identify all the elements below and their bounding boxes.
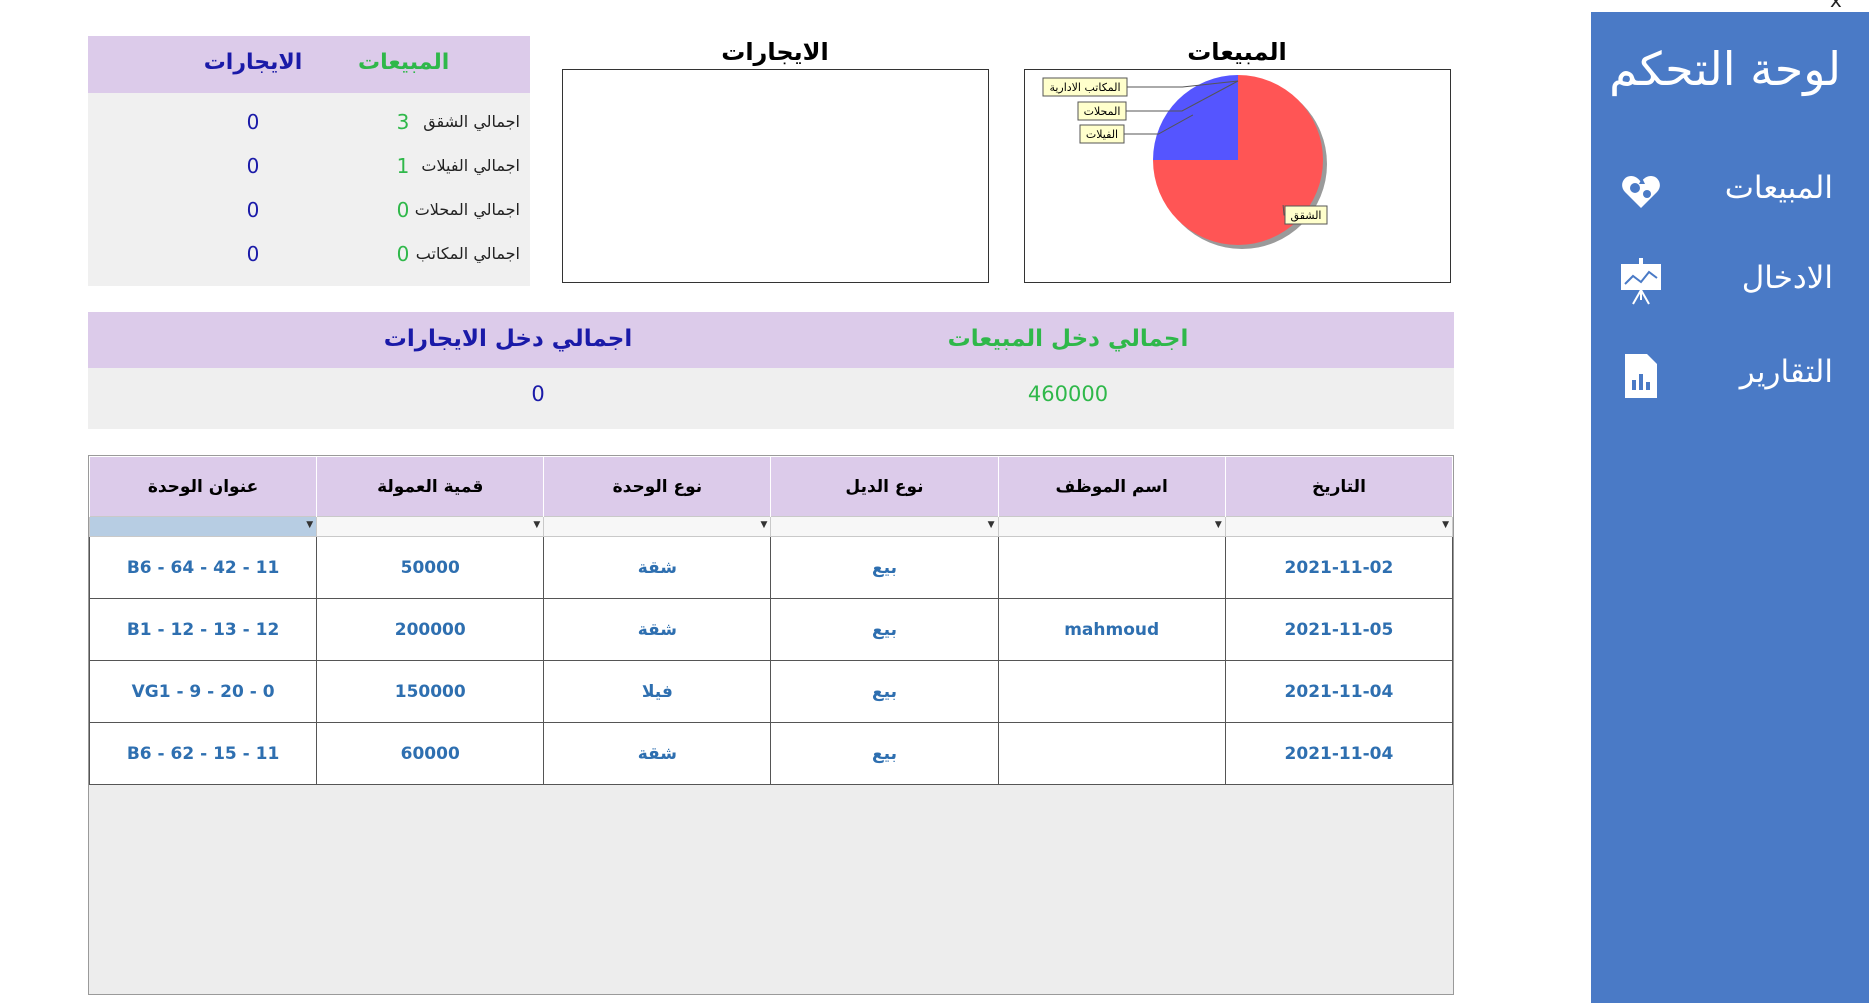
filter-dropdown-unit-address[interactable]: ▼ bbox=[88, 516, 318, 537]
cell-unit-type[interactable]: شقة bbox=[543, 598, 772, 661]
dropdown-arrow-icon: ▼ bbox=[1442, 520, 1449, 530]
filter-dropdown-unit-type[interactable]: ▼ bbox=[543, 516, 772, 537]
cell-employee[interactable] bbox=[997, 660, 1226, 723]
filter-dropdown-date[interactable]: ▼ bbox=[1224, 516, 1454, 537]
sidebar: لوحة التحكم المبيعات الادخال التقارير bbox=[1591, 12, 1869, 1003]
cell-date[interactable]: 2021-11-02 bbox=[1224, 536, 1454, 599]
income-header: اجمالي دخل المبيعات اجمالي دخل الايجارات bbox=[88, 312, 1454, 368]
cell-employee[interactable] bbox=[997, 722, 1226, 785]
deals-grid: عنوان الوحدة قمية العمولة نوع الوحدة نوع… bbox=[88, 455, 1454, 995]
sales-pie-svg: المكاتب الادارية المحلات الفيلات الشقق bbox=[1042, 75, 1328, 249]
sidebar-title: لوحة التحكم bbox=[1609, 42, 1841, 96]
pie-label: الشقق bbox=[1291, 209, 1322, 223]
income-rent-value: 0 bbox=[531, 382, 545, 406]
pie-label: المحلات bbox=[1084, 105, 1121, 118]
filter-dropdown-commission[interactable]: ▼ bbox=[316, 516, 545, 537]
grid-filter-row: ▼ ▼ ▼ ▼ ▼ ▼ bbox=[88, 516, 1454, 537]
column-header-commission[interactable]: قمية العمولة bbox=[316, 456, 545, 517]
table-row[interactable]: B6 - 62 - 15 - 11 60000 شقة بيع 2021-11-… bbox=[88, 722, 1454, 785]
cell-unit-type[interactable]: فيلا bbox=[543, 660, 772, 723]
column-header-unit-address[interactable]: عنوان الوحدة bbox=[88, 456, 318, 517]
cell-date[interactable]: 2021-11-04 bbox=[1224, 660, 1454, 723]
rent-chart-title: الايجارات bbox=[721, 38, 829, 66]
column-header-unit-type[interactable]: نوع الوحدة bbox=[543, 456, 772, 517]
table-row[interactable]: B6 - 64 - 42 - 11 50000 شقة بيع 2021-11-… bbox=[88, 536, 1454, 599]
cell-unit-type[interactable]: شقة bbox=[543, 536, 772, 599]
cell-employee[interactable] bbox=[997, 536, 1226, 599]
summary-row-rent: 0 bbox=[246, 242, 260, 266]
summary-row-sales: 3 bbox=[396, 110, 410, 134]
close-icon[interactable]: x bbox=[1830, 0, 1842, 12]
cell-deal-type[interactable]: بيع bbox=[770, 536, 999, 599]
sidebar-item-reports[interactable]: التقارير bbox=[1591, 342, 1869, 412]
pie-label: المكاتب الادارية bbox=[1049, 81, 1120, 94]
cell-deal-type[interactable]: بيع bbox=[770, 598, 999, 661]
cell-unit-address[interactable]: VG1 - 9 - 20 - 0 bbox=[88, 660, 318, 723]
table-row[interactable]: VG1 - 9 - 20 - 0 150000 فيلا بيع 2021-11… bbox=[88, 660, 1454, 723]
sidebar-item-label: المبيعات bbox=[1724, 170, 1833, 206]
table-row[interactable]: B1 - 12 - 13 - 12 200000 شقة بيع mahmoud… bbox=[88, 598, 1454, 661]
filter-dropdown-employee[interactable]: ▼ bbox=[997, 516, 1226, 537]
cell-deal-type[interactable]: بيع bbox=[770, 660, 999, 723]
summary-row: اجمالي المحلات 0 0 bbox=[88, 192, 530, 232]
income-panel: اجمالي دخل المبيعات اجمالي دخل الايجارات… bbox=[88, 312, 1454, 429]
cell-commission[interactable]: 60000 bbox=[316, 722, 545, 785]
cell-commission[interactable]: 50000 bbox=[316, 536, 545, 599]
column-header-employee[interactable]: اسم الموظف bbox=[997, 456, 1226, 517]
income-rent-label: اجمالي دخل الايجارات bbox=[383, 326, 633, 352]
income-sales-label: اجمالي دخل المبيعات bbox=[947, 326, 1189, 352]
summary-row-sales: 0 bbox=[396, 242, 410, 266]
cell-unit-address[interactable]: B6 - 62 - 15 - 11 bbox=[88, 722, 318, 785]
sales-icon bbox=[1619, 168, 1663, 216]
sidebar-item-label: الادخال bbox=[1741, 260, 1833, 296]
dropdown-arrow-icon: ▼ bbox=[1214, 520, 1222, 530]
summary-row-sales: 1 bbox=[396, 154, 410, 178]
cell-unit-address[interactable]: B6 - 64 - 42 - 11 bbox=[88, 536, 318, 599]
sidebar-item-label: التقارير bbox=[1739, 354, 1833, 390]
summary-row: اجمالي الشقق 3 0 bbox=[88, 104, 530, 144]
pie-label: الفيلات bbox=[1086, 128, 1118, 141]
grid-header-row: عنوان الوحدة قمية العمولة نوع الوحدة نوع… bbox=[88, 456, 1454, 517]
cell-unit-address[interactable]: B1 - 12 - 13 - 12 bbox=[88, 598, 318, 661]
summary-counts-header: المبيعات الايجارات bbox=[88, 36, 530, 93]
column-header-deal-type[interactable]: نوع الديل bbox=[770, 456, 999, 517]
entry-presentation-icon bbox=[1619, 258, 1663, 306]
dropdown-arrow-icon: ▼ bbox=[760, 520, 768, 530]
rent-chart bbox=[562, 69, 989, 283]
dropdown-arrow-icon: ▼ bbox=[306, 520, 314, 530]
cell-deal-type[interactable]: بيع bbox=[770, 722, 999, 785]
summary-sales-header: المبيعات bbox=[358, 50, 450, 75]
summary-row-rent: 0 bbox=[246, 198, 260, 222]
summary-row-rent: 0 bbox=[246, 110, 260, 134]
sidebar-item-entry[interactable]: الادخال bbox=[1591, 248, 1869, 318]
cell-commission[interactable]: 150000 bbox=[316, 660, 545, 723]
summary-counts-panel: المبيعات الايجارات اجمالي الشقق 3 0 اجما… bbox=[88, 36, 530, 286]
income-sales-value: 460000 bbox=[1027, 382, 1109, 406]
cell-date[interactable]: 2021-11-04 bbox=[1224, 722, 1454, 785]
dropdown-arrow-icon: ▼ bbox=[533, 520, 541, 530]
cell-employee[interactable]: mahmoud bbox=[997, 598, 1226, 661]
cell-date[interactable]: 2021-11-05 bbox=[1224, 598, 1454, 661]
summary-row: اجمالي المكاتب 0 0 bbox=[88, 236, 530, 276]
sales-chart-title: المبيعات bbox=[1187, 38, 1287, 66]
sales-pie-chart: المكاتب الادارية المحلات الفيلات الشقق bbox=[1024, 69, 1451, 283]
column-header-date[interactable]: التاريخ bbox=[1224, 456, 1454, 517]
filter-dropdown-deal-type[interactable]: ▼ bbox=[770, 516, 999, 537]
summary-row: اجمالي الفيلات 1 0 bbox=[88, 148, 530, 188]
cell-commission[interactable]: 200000 bbox=[316, 598, 545, 661]
reports-document-icon bbox=[1619, 352, 1663, 400]
sidebar-item-sales[interactable]: المبيعات bbox=[1591, 158, 1869, 228]
summary-row-sales: 0 bbox=[396, 198, 410, 222]
dropdown-arrow-icon: ▼ bbox=[987, 520, 995, 530]
summary-rent-header: الايجارات bbox=[203, 50, 303, 75]
summary-row-rent: 0 bbox=[246, 154, 260, 178]
cell-unit-type[interactable]: شقة bbox=[543, 722, 772, 785]
